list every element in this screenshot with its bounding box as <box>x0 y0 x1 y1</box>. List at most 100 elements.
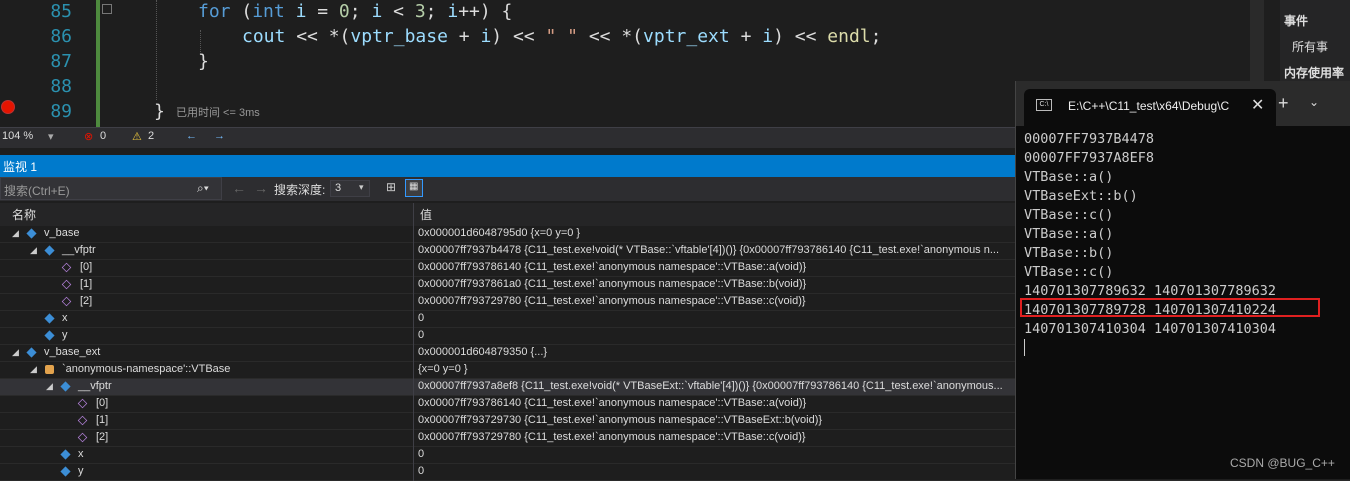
chevron-down-icon[interactable]: ▾ <box>48 130 54 143</box>
events-label[interactable]: 事件 <box>1284 12 1308 29</box>
watch-title-label: 监视 1 <box>3 160 38 174</box>
console-tab[interactable]: C:\ E:\C++\C11_test\x64\Debug\C ✕ <box>1024 89 1276 126</box>
line-number: 86 <box>50 26 72 47</box>
search-depth-select[interactable]: 3 ▾ <box>330 180 370 197</box>
zoom-level[interactable]: 104 % <box>2 130 33 142</box>
watch-row-value[interactable]: 0 <box>418 312 424 324</box>
change-indicator <box>96 0 100 127</box>
expand-icon[interactable]: ◢ <box>12 228 19 239</box>
line-number: 87 <box>50 51 72 72</box>
arrow-right-icon[interactable]: → <box>214 130 225 142</box>
terminal-icon: C:\ <box>1036 99 1052 111</box>
error-count[interactable]: 0 <box>100 130 106 142</box>
watch-row-name: [1] <box>96 414 109 426</box>
arrow-left-icon[interactable]: ← <box>186 130 197 142</box>
watch-row-name: [2] <box>80 295 93 307</box>
console-line: VTBase::a() <box>1024 169 1114 185</box>
field-icon <box>44 245 55 256</box>
warning-count[interactable]: 2 <box>148 130 154 142</box>
watch-row-value[interactable]: 0 <box>418 329 424 341</box>
memory-usage-label[interactable]: 内存使用率 <box>1284 64 1344 81</box>
watch-row-name: x <box>78 448 84 460</box>
warning-icon: ⚠ <box>132 131 142 143</box>
watch-row-value[interactable]: 0x00007ff793729780 {C11_test.exe!`anonym… <box>418 295 806 307</box>
line-number: 89 <box>50 101 72 122</box>
watch-row-name: v_base_ext <box>44 346 101 358</box>
search-placeholder: 搜索(Ctrl+E) <box>4 184 70 198</box>
expand-icon[interactable]: ◢ <box>30 364 37 375</box>
pin-icon[interactable]: ⊞ <box>386 180 396 194</box>
arrow-left-icon[interactable]: ← <box>232 180 246 196</box>
chevron-down-icon: ▾ <box>359 182 364 192</box>
console-line: 00007FF7937A8EF8 <box>1024 150 1155 166</box>
all-events-label[interactable]: 所有事 <box>1292 38 1328 55</box>
search-icon[interactable]: ⌕▾ <box>197 181 209 196</box>
watch-row-value[interactable]: 0x00007ff793786140 {C11_test.exe!`anonym… <box>418 397 806 409</box>
watch-row-value[interactable]: 0 <box>418 465 424 477</box>
watch-row-name: [2] <box>96 431 109 443</box>
close-icon[interactable]: ✕ <box>1251 95 1264 115</box>
method-icon <box>77 415 88 426</box>
indent-guide <box>200 30 202 52</box>
error-icon: ⊗ <box>84 131 94 143</box>
indent-guide <box>156 0 158 100</box>
console-line: 140701307410304 140701307410304 <box>1024 321 1276 337</box>
watch-row-value[interactable]: 0x000001d604879350 {...} <box>418 346 547 358</box>
console-line: VTBase::c() <box>1024 264 1114 280</box>
watch-row-value[interactable]: 0x00007ff793786140 {C11_test.exe!`anonym… <box>418 261 806 273</box>
fold-icon[interactable] <box>102 4 112 14</box>
field-icon <box>60 381 71 392</box>
code-line-86: cout << *(vptr_base + i) << " " << *(vpt… <box>242 26 882 47</box>
method-icon <box>61 296 72 307</box>
highlight-box <box>1020 298 1320 317</box>
variable-icon <box>26 228 37 239</box>
watch-row-name: __vfptr <box>62 244 96 256</box>
watch-row-value[interactable]: 0x000001d6048795d0 {x=0 y=0 } <box>418 227 580 239</box>
line-number: 88 <box>50 76 72 97</box>
watch-row-value[interactable]: {x=0 y=0 } <box>418 363 468 375</box>
console-line: VTBaseExt::b() <box>1024 188 1138 204</box>
watch-row-name: [0] <box>96 397 109 409</box>
watch-row-name: [0] <box>80 261 93 273</box>
console-window[interactable]: C:\ E:\C++\C11_test\x64\Debug\C ✕ + ⌄ 00… <box>1015 81 1350 479</box>
variable-icon <box>26 347 37 358</box>
column-value-header[interactable]: 值 <box>420 206 432 223</box>
hex-display-button[interactable]: ▦ <box>405 179 423 197</box>
expand-icon[interactable]: ◢ <box>46 381 53 392</box>
code-line-89: } <box>154 101 165 122</box>
method-icon <box>77 398 88 409</box>
new-tab-icon[interactable]: + <box>1278 93 1289 114</box>
watch-row-value[interactable]: 0x00007ff7937b4478 {C11_test.exe!void(* … <box>418 244 999 256</box>
console-tab-bar: C:\ E:\C++\C11_test\x64\Debug\C ✕ + ⌄ <box>1016 81 1350 126</box>
search-input[interactable]: 搜索(Ctrl+E) ⌕▾ <box>0 177 222 200</box>
text-cursor <box>1024 339 1025 356</box>
watch-row-name: `anonymous-namespace'::VTBase <box>62 363 231 375</box>
search-depth-value: 3 <box>335 182 342 194</box>
watch-row-name: v_base <box>44 227 80 239</box>
search-depth-label: 搜索深度: <box>274 183 326 197</box>
watch-row-value[interactable]: 0x00007ff7937a8ef8 {C11_test.exe!void(* … <box>418 380 1003 392</box>
breakpoint-icon[interactable] <box>1 100 15 114</box>
field-icon <box>44 313 55 324</box>
field-icon <box>60 449 71 460</box>
console-line: VTBase::c() <box>1024 207 1114 223</box>
arrow-right-icon[interactable]: → <box>254 180 268 196</box>
console-line: VTBase::b() <box>1024 245 1114 261</box>
console-tab-title: E:\C++\C11_test\x64\Debug\C <box>1068 99 1230 113</box>
watch-row-value[interactable]: 0x00007ff793729730 {C11_test.exe!`anonym… <box>418 414 822 426</box>
watch-row-name: [1] <box>80 278 93 290</box>
chevron-down-icon[interactable]: ⌄ <box>1309 95 1319 109</box>
code-line-85: for (int i = 0; i < 3; i++) { <box>198 1 513 22</box>
watch-row-value[interactable]: 0 <box>418 448 424 460</box>
watch-row-value[interactable]: 0x00007ff7937861a0 {C11_test.exe!`anonym… <box>418 278 806 290</box>
expand-icon[interactable]: ◢ <box>12 347 19 358</box>
watch-row-name: __vfptr <box>78 380 112 392</box>
column-divider[interactable] <box>413 203 414 226</box>
column-name-header[interactable]: 名称 <box>12 206 36 223</box>
base-class-icon <box>45 365 54 374</box>
console-line: 00007FF7937B4478 <box>1024 131 1155 147</box>
watch-row-name: y <box>78 465 84 477</box>
watch-row-value[interactable]: 0x00007ff793729780 {C11_test.exe!`anonym… <box>418 431 806 443</box>
method-icon <box>61 262 72 273</box>
expand-icon[interactable]: ◢ <box>30 245 37 256</box>
